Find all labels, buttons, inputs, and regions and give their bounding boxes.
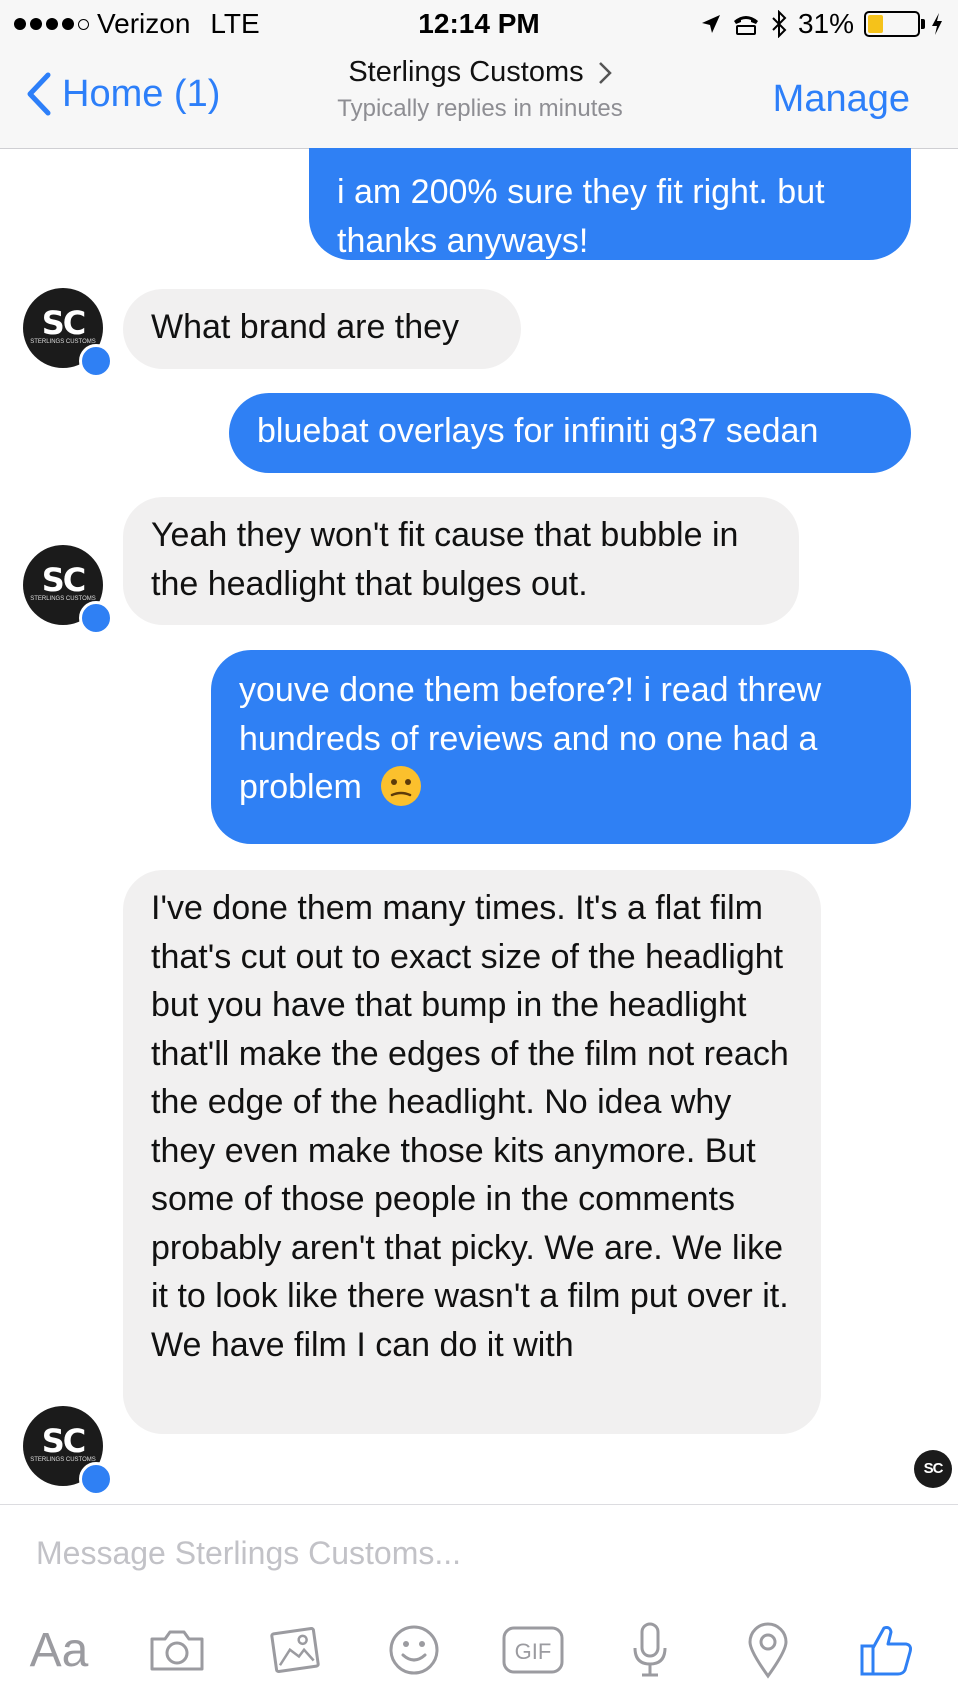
contact-avatar[interactable]: SC STERLINGS CUSTOMS [23, 1406, 113, 1496]
location-arrow-icon [701, 15, 720, 33]
microphone-button[interactable] [615, 1615, 685, 1685]
message-bubble-outgoing[interactable]: bluebat overlays for infiniti g37 sedan [229, 393, 911, 473]
message-bubble-outgoing[interactable]: youve done them before?! i read threw hu… [211, 650, 911, 844]
manage-button[interactable]: Manage [773, 78, 910, 121]
contact-name: Sterlings Customs [348, 56, 584, 88]
back-button[interactable]: Home (1) [26, 72, 220, 116]
message-text: i am 200% sure they fit right. but thank… [337, 173, 825, 260]
chevron-left-icon [27, 72, 51, 116]
confused-face-emoji-icon [381, 766, 422, 806]
message-composer: Message Sterlings Customs... Aa GIF [0, 1504, 958, 1705]
message-input[interactable]: Message Sterlings Customs... [36, 1535, 461, 1572]
text-format-button[interactable]: Aa [24, 1615, 94, 1685]
location-button[interactable] [733, 1615, 803, 1685]
thumbs-up-icon [860, 1626, 912, 1676]
gif-button[interactable]: GIF [498, 1615, 568, 1685]
message-bubble-incoming[interactable]: What brand are they [123, 289, 521, 369]
avatar-logo: SC [41, 561, 87, 599]
message-text: Yeah they won't fit cause that bubble in… [151, 516, 739, 603]
battery-percent: 31% [797, 8, 854, 39]
status-bar: Verizon LTE 12:14 PM 31% [0, 0, 958, 48]
emoji-button[interactable] [379, 1615, 449, 1685]
avatar-logo: SC [41, 1422, 87, 1460]
contact-avatar[interactable]: SC STERLINGS CUSTOMS [23, 288, 113, 378]
message-text: bluebat overlays for infiniti g37 sedan [257, 412, 819, 450]
contact-avatar[interactable]: SC STERLINGS CUSTOMS [23, 545, 113, 635]
message-bubble-outgoing[interactable]: i am 200% sure they fit right. but thank… [309, 148, 911, 260]
message-thread[interactable]: i am 200% sure they fit right. but thank… [0, 148, 958, 1504]
back-button-label: Home (1) [62, 72, 221, 115]
microphone-icon [633, 1622, 667, 1677]
battery-fill [868, 15, 883, 33]
camera-icon [150, 1630, 204, 1671]
message-text: I've done them many times. It's a flat f… [151, 889, 789, 1364]
contact-title-row: Sterlings Customs [348, 56, 612, 89]
read-receipt-avatar: SC [914, 1450, 952, 1488]
avatar-logo: SC [41, 304, 87, 342]
battery-icon [864, 11, 925, 37]
composer-toolbar: Aa GIF [0, 1615, 958, 1695]
message-bubble-incoming[interactable]: Yeah they won't fit cause that bubble in… [123, 497, 799, 625]
bluetooth-icon [772, 10, 787, 38]
gif-icon: GIF [502, 1626, 564, 1674]
status-right: 31% [700, 8, 944, 40]
message-text: What brand are they [151, 308, 460, 346]
chevron-right-icon [598, 61, 612, 84]
message-bubble-incoming[interactable]: I've done them many times. It's a flat f… [123, 870, 821, 1434]
gif-label: GIF [515, 1639, 552, 1664]
charging-bolt-icon [932, 13, 942, 35]
response-time-subtitle: Typically replies in minutes [337, 95, 623, 122]
conversation-header: Home (1) Sterlings Customs Typically rep… [0, 48, 958, 149]
messenger-badge-icon [79, 344, 113, 378]
smiley-icon [389, 1625, 439, 1675]
messenger-badge-icon [79, 1462, 113, 1496]
contact-info[interactable]: Sterlings Customs Typically replies in m… [280, 56, 680, 123]
like-button[interactable] [851, 1615, 921, 1685]
tty-icon [733, 16, 758, 35]
photo-icon [270, 1627, 320, 1673]
location-icon [748, 1622, 788, 1679]
camera-button[interactable] [142, 1615, 212, 1685]
message-text: youve done them before?! i read threw hu… [239, 671, 822, 806]
photo-button[interactable] [260, 1615, 330, 1685]
messenger-badge-icon [79, 601, 113, 635]
